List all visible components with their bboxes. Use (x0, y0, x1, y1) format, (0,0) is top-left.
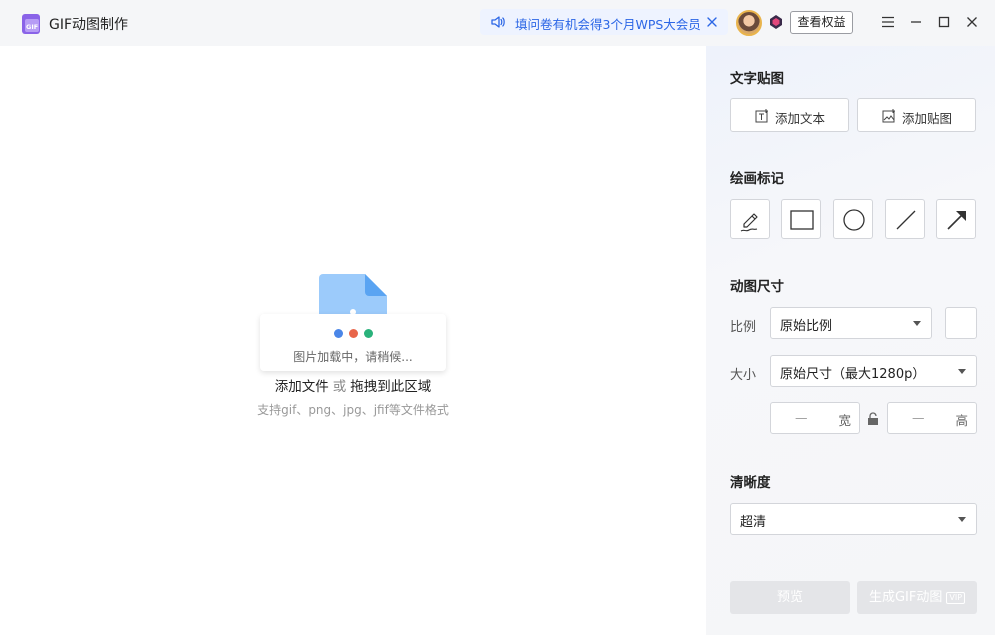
notice-banner[interactable]: 填问卷有机会得3个月WPS大会员 (480, 9, 728, 35)
generate-gif-button[interactable]: 生成GIF动图 VIP (857, 581, 977, 614)
width-value: — (795, 410, 808, 425)
generate-label: 生成GIF动图 (868, 590, 943, 605)
add-text-icon (755, 109, 768, 123)
size-value: 原始尺寸（最大1280p） (780, 367, 926, 382)
app-logo-text: GIF (26, 23, 38, 31)
supported-formats-text: 支持gif、png、jpg、jfif等文件格式 (257, 403, 449, 417)
settings-panel: 文字贴图 添加文本 添加贴图 绘画标记 动图尺寸 比例 原始比例 大小 原始尺寸… (706, 46, 995, 635)
ratio-select[interactable]: 原始比例 (770, 307, 932, 339)
loading-dot-green (364, 329, 373, 338)
chevron-down-icon (913, 321, 921, 326)
chevron-down-icon (958, 369, 966, 374)
app-title: GIF动图制作 (49, 17, 129, 33)
close-window-icon[interactable] (963, 13, 981, 31)
gif-app-logo-icon: GIF (22, 14, 40, 34)
rectangle-icon (790, 210, 814, 230)
minimize-icon[interactable] (907, 13, 925, 31)
circle-icon (843, 209, 865, 231)
add-sticker-icon (882, 109, 895, 123)
chevron-down-icon (958, 517, 966, 522)
line-tool-button[interactable] (885, 199, 925, 239)
speaker-icon (491, 16, 505, 28)
pen-icon (740, 213, 758, 232)
add-sticker-label: 添加贴图 (902, 111, 953, 126)
ratio-value: 原始比例 (780, 319, 833, 334)
title-bar: GIF GIF动图制作 填问卷有机会得3个月WPS大会员 查看权益 (0, 0, 995, 46)
add-sticker-button[interactable]: 添加贴图 (857, 98, 976, 132)
arrow-tool-button[interactable] (936, 199, 976, 239)
size-select[interactable]: 原始尺寸（最大1280p） (770, 355, 977, 387)
drag-hint: 拖拽到此区域 (350, 379, 432, 395)
text-sticker-title: 文字贴图 (730, 71, 784, 87)
add-text-button[interactable]: 添加文本 (730, 98, 849, 132)
maximize-icon[interactable] (935, 13, 953, 31)
close-notice-icon[interactable] (704, 14, 720, 30)
view-rights-button[interactable]: 查看权益 (790, 11, 853, 34)
user-avatar[interactable] (736, 10, 762, 36)
clarity-select[interactable]: 超清 (730, 503, 977, 535)
vip-gem-icon[interactable] (768, 14, 784, 30)
loading-text: 图片加载中，请稍候... (293, 350, 413, 364)
drop-zone[interactable]: 图片加载中，请稍候... 添加文件或拖拽到此区域 支持gif、png、jpg、j… (0, 46, 706, 635)
ratio-label: 比例 (730, 320, 757, 335)
arrow-icon (947, 211, 966, 230)
height-input[interactable]: — 高 (887, 402, 977, 434)
background-color-picker[interactable] (945, 307, 977, 339)
width-input[interactable]: — 宽 (770, 402, 860, 434)
unlock-icon[interactable] (867, 412, 879, 426)
size-title: 动图尺寸 (730, 279, 784, 295)
loading-dot-blue (334, 329, 343, 338)
preview-label: 预览 (776, 590, 803, 605)
line-icon (896, 210, 916, 230)
notice-text[interactable]: 填问卷有机会得3个月WPS大会员 (515, 14, 701, 33)
vip-badge: VIP (946, 591, 966, 604)
add-file-link[interactable]: 添加文件 (275, 379, 329, 395)
clarity-title: 清晰度 (730, 475, 771, 491)
height-value: — (912, 410, 925, 425)
loading-dots (333, 329, 373, 339)
circle-tool-button[interactable] (833, 199, 873, 239)
preview-button[interactable]: 预览 (730, 581, 850, 614)
loading-dot-red (349, 329, 358, 338)
menu-icon[interactable] (879, 13, 897, 31)
size-label: 大小 (730, 368, 757, 383)
height-unit: 高 (955, 413, 968, 428)
loading-card: 图片加载中，请稍候... (260, 314, 446, 371)
drawing-title: 绘画标记 (730, 171, 784, 187)
width-unit: 宽 (838, 413, 851, 428)
add-text-label: 添加文本 (775, 111, 826, 126)
add-file-prompt: 添加文件或拖拽到此区域 (0, 375, 706, 395)
rectangle-tool-button[interactable] (781, 199, 821, 239)
clarity-value: 超清 (740, 515, 767, 530)
pen-tool-button[interactable] (730, 199, 770, 239)
or-text: 或 (332, 379, 347, 395)
